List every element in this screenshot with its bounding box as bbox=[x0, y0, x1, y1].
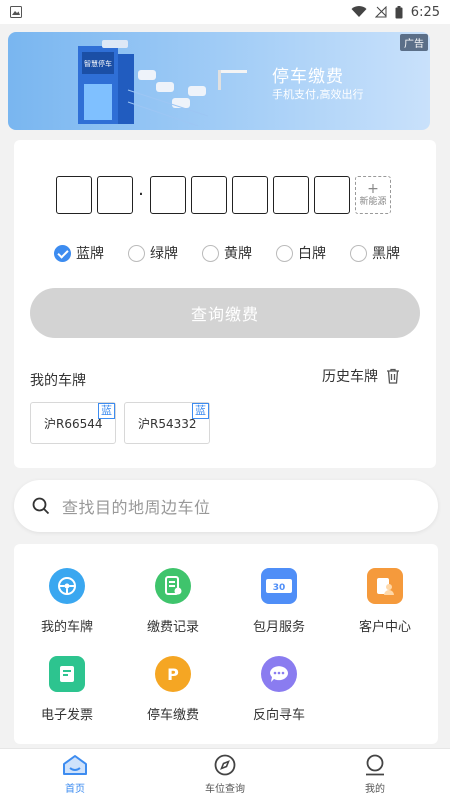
search-icon bbox=[32, 497, 50, 515]
service-reverse-car-finder[interactable]: 反向寻车 bbox=[234, 656, 324, 723]
steering-wheel-icon bbox=[49, 568, 85, 604]
plate-color-tag: 蓝 bbox=[192, 403, 209, 419]
plate-query-card: · + 新能源 蓝牌 绿牌 黄牌 白牌 黑牌 查询缴费 我的车牌 历史车牌 沪R… bbox=[14, 140, 436, 468]
query-payment-button[interactable]: 查询缴费 bbox=[30, 288, 420, 338]
plate-number: 沪R66544 bbox=[44, 416, 103, 431]
history-plates-label: 历史车牌 bbox=[322, 369, 378, 385]
wifi-icon bbox=[351, 6, 367, 18]
home-icon bbox=[63, 755, 87, 775]
status-left bbox=[10, 6, 351, 18]
my-plates-title: 我的车牌 bbox=[30, 373, 86, 389]
new-energy-box[interactable]: + 新能源 bbox=[355, 176, 391, 214]
service-label: 客户中心 bbox=[358, 620, 411, 635]
service-my-plates[interactable]: 我的车牌 bbox=[22, 568, 112, 635]
radio-unchecked-icon bbox=[202, 244, 219, 262]
profile-icon bbox=[366, 754, 384, 776]
banner-title: 停车缴费 bbox=[272, 67, 344, 87]
radio-label: 黑牌 bbox=[372, 246, 400, 262]
tab-label: 车位查询 bbox=[205, 784, 245, 795]
service-parking-payment[interactable]: P 停车缴费 bbox=[128, 656, 218, 723]
no-signal-icon bbox=[374, 6, 387, 18]
radio-black-plate[interactable]: 黑牌 bbox=[350, 243, 400, 263]
tab-home[interactable]: 首页 bbox=[0, 749, 150, 800]
ad-banner[interactable]: 智慧停车 广告 停车缴费 手机支付,高效出行 bbox=[8, 32, 430, 130]
plate-char-box-5[interactable] bbox=[232, 176, 268, 214]
plate-char-box-6[interactable] bbox=[273, 176, 309, 214]
tab-label: 我的 bbox=[365, 784, 385, 795]
tab-label: 首页 bbox=[65, 784, 85, 795]
radio-unchecked-icon bbox=[276, 244, 293, 262]
tab-profile[interactable]: 我的 bbox=[300, 749, 450, 800]
plate-chip-1[interactable]: 沪R66544 蓝 bbox=[30, 402, 116, 444]
plate-separator-dot: · bbox=[138, 184, 144, 205]
service-label: 包月服务 bbox=[252, 620, 305, 635]
radio-label: 白牌 bbox=[298, 246, 326, 262]
receipt-icon bbox=[155, 568, 191, 604]
radio-unchecked-icon bbox=[128, 244, 145, 262]
trash-icon[interactable] bbox=[386, 368, 400, 384]
radio-label: 绿牌 bbox=[150, 246, 178, 262]
plate-input-row: · + 新能源 bbox=[56, 176, 391, 214]
services-grid: 我的车牌 缴费记录 30 包月服务 客户中心 电子发票 P 停车缴费 反向寻车 bbox=[14, 544, 438, 744]
svg-text:30: 30 bbox=[273, 583, 286, 593]
radio-label: 蓝牌 bbox=[76, 246, 104, 262]
plate-number: 沪R54332 bbox=[138, 416, 197, 431]
plate-chip-2[interactable]: 沪R54332 蓝 bbox=[124, 402, 210, 444]
battery-icon bbox=[395, 5, 403, 18]
parking-p-icon: P bbox=[155, 656, 191, 692]
status-time: 6:25 bbox=[410, 4, 440, 20]
service-label: 反向寻车 bbox=[252, 708, 305, 723]
service-label: 停车缴费 bbox=[146, 708, 199, 723]
smart-parking-illustration: 智慧停车 bbox=[78, 40, 247, 126]
service-label: 缴费记录 bbox=[146, 620, 199, 635]
ticket-30-icon: 30 bbox=[261, 568, 297, 604]
tab-space-search[interactable]: 车位查询 bbox=[150, 749, 300, 800]
customer-icon bbox=[367, 568, 403, 604]
radio-green-plate[interactable]: 绿牌 bbox=[128, 243, 178, 263]
banner-subtitle: 手机支付,高效出行 bbox=[272, 88, 364, 101]
plate-char-box-4[interactable] bbox=[191, 176, 227, 214]
service-customer-center[interactable]: 客户中心 bbox=[340, 568, 430, 635]
plate-char-box-3[interactable] bbox=[150, 176, 186, 214]
svg-text:P: P bbox=[167, 665, 179, 684]
plate-char-box-2[interactable] bbox=[97, 176, 133, 214]
radio-blue-plate[interactable]: 蓝牌 bbox=[54, 243, 104, 263]
gallery-notification-icon bbox=[10, 6, 22, 18]
plus-icon: + bbox=[367, 181, 379, 198]
service-label: 我的车牌 bbox=[40, 620, 93, 635]
plate-color-options: 蓝牌 绿牌 黄牌 白牌 黑牌 bbox=[54, 243, 400, 263]
radio-unchecked-icon bbox=[350, 244, 367, 262]
compass-icon bbox=[214, 754, 236, 776]
status-right: 6:25 bbox=[351, 5, 440, 20]
status-bar: 6:25 bbox=[0, 0, 450, 24]
service-label: 电子发票 bbox=[40, 708, 93, 723]
service-monthly-pass[interactable]: 30 包月服务 bbox=[234, 568, 324, 635]
destination-search-input[interactable]: 查找目的地周边车位 bbox=[14, 480, 438, 532]
building-sign-text: 智慧停车 bbox=[84, 59, 112, 68]
service-payment-records[interactable]: 缴费记录 bbox=[128, 568, 218, 635]
radio-label: 黄牌 bbox=[224, 246, 252, 262]
plate-color-tag: 蓝 bbox=[98, 403, 115, 419]
chat-bubble-icon bbox=[261, 656, 297, 692]
radio-white-plate[interactable]: 白牌 bbox=[276, 243, 326, 263]
radio-checked-icon bbox=[54, 244, 71, 262]
plate-char-box-7[interactable] bbox=[314, 176, 350, 214]
history-plates-title: 历史车牌 bbox=[322, 366, 400, 386]
new-energy-label: 新能源 bbox=[359, 196, 387, 207]
radio-yellow-plate[interactable]: 黄牌 bbox=[202, 243, 252, 263]
ad-tag: 广告 bbox=[400, 34, 428, 51]
invoice-icon bbox=[49, 656, 85, 692]
search-placeholder: 查找目的地周边车位 bbox=[62, 498, 211, 517]
plate-char-box-1[interactable] bbox=[56, 176, 92, 214]
bottom-tab-bar: 首页 车位查询 我的 bbox=[0, 748, 450, 800]
service-e-invoice[interactable]: 电子发票 bbox=[22, 656, 112, 723]
